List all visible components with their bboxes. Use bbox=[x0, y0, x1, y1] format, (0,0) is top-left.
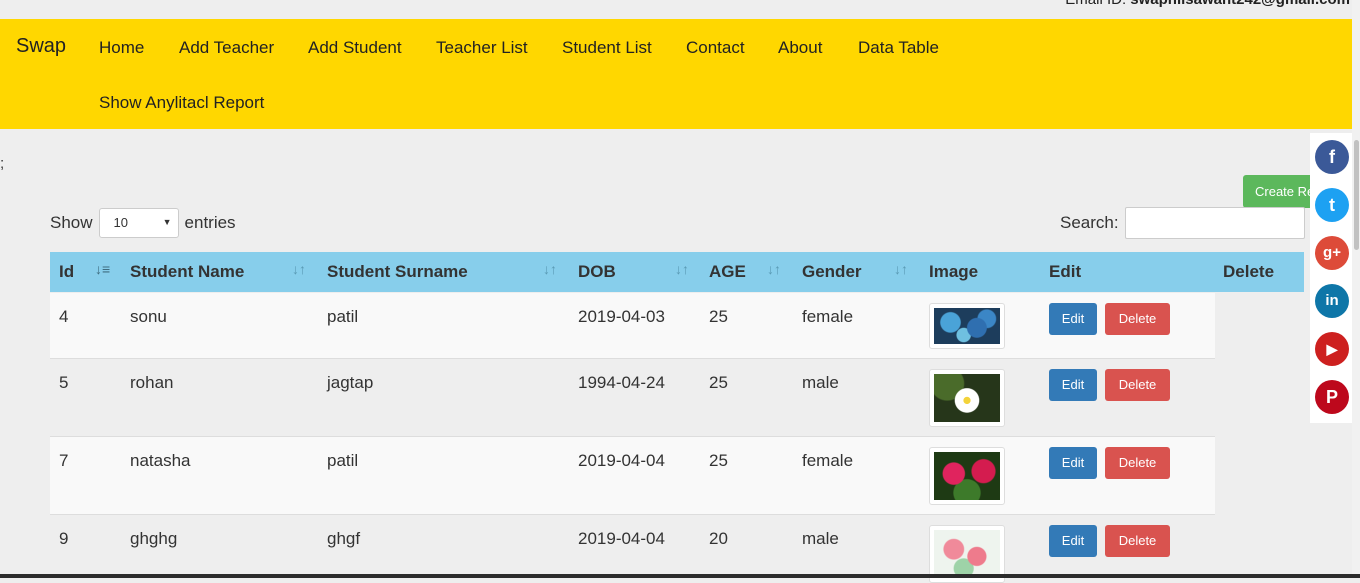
student-photo-thumbnail bbox=[929, 303, 1005, 349]
nav-data-table[interactable]: Data Table bbox=[858, 38, 939, 58]
cell-age: 25 bbox=[709, 373, 728, 392]
cell-surname: patil bbox=[327, 307, 359, 326]
column-header-student-surname[interactable]: Student Surname bbox=[327, 262, 468, 282]
cell-name: sonu bbox=[130, 307, 167, 326]
cell-name: ghghg bbox=[130, 529, 178, 548]
email-value: swapnilsawant242@gmail.com bbox=[1130, 0, 1350, 8]
red-roses-photo bbox=[934, 452, 1000, 500]
table-header: Id ↓≡ Student Name ↓↑ Student Surname ↓↑… bbox=[50, 252, 1304, 292]
column-header-gender[interactable]: Gender bbox=[802, 262, 862, 282]
top-navbar: Swap Home Add Teacher Add Student Teache… bbox=[0, 19, 1352, 129]
table-row: 4 sonu patil 2019-04-03 25 female Edit D… bbox=[50, 293, 1215, 358]
table-search: Search: bbox=[1060, 207, 1305, 239]
nav-contact[interactable]: Contact bbox=[686, 38, 745, 58]
sort-icon[interactable]: ↓↑ bbox=[894, 261, 908, 277]
edit-button[interactable]: Edit bbox=[1049, 303, 1097, 335]
column-header-dob[interactable]: DOB bbox=[578, 262, 616, 282]
cell-id: 4 bbox=[59, 307, 69, 326]
cell-age: 25 bbox=[709, 307, 728, 326]
entries-label: entries bbox=[184, 213, 236, 232]
cell-surname: ghgf bbox=[327, 529, 361, 548]
sort-icon[interactable]: ↓↑ bbox=[292, 261, 306, 277]
table-row: 7 natasha patil 2019-04-04 25 female Edi… bbox=[50, 437, 1215, 514]
delete-button[interactable]: Delete bbox=[1105, 447, 1170, 479]
page-scrollbar[interactable] bbox=[1352, 0, 1360, 578]
entries-length-control: Show 10 ▼ entries bbox=[50, 208, 236, 238]
scrollbar-thumb[interactable] bbox=[1354, 140, 1359, 250]
student-photo-thumbnail bbox=[929, 447, 1005, 505]
social-share-bar: f t g+ in ▶ P bbox=[1310, 133, 1355, 423]
table-row: 5 rohan jagtap 1994-04-24 25 male Edit D… bbox=[50, 359, 1215, 436]
search-input[interactable] bbox=[1124, 207, 1305, 239]
nav-teacher-list[interactable]: Teacher List bbox=[436, 38, 528, 58]
cell-dob: 1994-04-24 bbox=[578, 373, 665, 392]
nav-analytical-report[interactable]: Show Anylitacl Report bbox=[99, 93, 264, 113]
column-header-age[interactable]: AGE bbox=[709, 262, 746, 282]
cell-gender: male bbox=[802, 529, 839, 548]
linkedin-icon[interactable]: in bbox=[1315, 284, 1349, 318]
nav-student-list[interactable]: Student List bbox=[562, 38, 652, 58]
cell-surname: jagtap bbox=[327, 373, 374, 392]
contact-email-line: Email ID: swapnilsawant242@gmail.com bbox=[0, 0, 1350, 9]
column-header-id[interactable]: Id bbox=[59, 262, 74, 282]
column-header-image: Image bbox=[929, 262, 979, 281]
edit-button[interactable]: Edit bbox=[1049, 525, 1097, 557]
pinterest-icon[interactable]: P bbox=[1315, 380, 1349, 414]
column-header-delete: Delete bbox=[1223, 262, 1275, 281]
nav-home[interactable]: Home bbox=[99, 38, 144, 58]
twitter-icon[interactable]: t bbox=[1315, 188, 1349, 222]
sort-ascending-icon[interactable]: ↓≡ bbox=[95, 261, 110, 277]
entries-select-value: 10 bbox=[113, 215, 128, 230]
cell-id: 7 bbox=[59, 451, 69, 470]
column-header-student-name[interactable]: Student Name bbox=[130, 262, 244, 282]
sort-icon[interactable]: ↓↑ bbox=[675, 261, 689, 277]
stray-text: ; bbox=[0, 155, 5, 172]
cell-id: 9 bbox=[59, 529, 69, 548]
create-report-button[interactable]: Create Re bbox=[1243, 175, 1313, 208]
cell-surname: patil bbox=[327, 451, 359, 470]
table-row: 9 ghghg ghgf 2019-04-04 20 male Edit Del… bbox=[50, 515, 1215, 583]
daisy-photo bbox=[934, 374, 1000, 422]
youtube-icon[interactable]: ▶ bbox=[1315, 332, 1349, 366]
sort-icon[interactable]: ↓↑ bbox=[543, 261, 557, 277]
nav-about[interactable]: About bbox=[778, 38, 822, 58]
cell-dob: 2019-04-04 bbox=[578, 451, 665, 470]
cell-age: 20 bbox=[709, 529, 728, 548]
search-label: Search: bbox=[1060, 213, 1119, 232]
cell-age: 25 bbox=[709, 451, 728, 470]
edit-button[interactable]: Edit bbox=[1049, 447, 1097, 479]
cell-dob: 2019-04-03 bbox=[578, 307, 665, 326]
window-bottom-edge bbox=[0, 574, 1360, 578]
pink-flowers-painting bbox=[934, 530, 1000, 578]
sort-icon[interactable]: ↓↑ bbox=[767, 261, 781, 277]
blue-stones-photo bbox=[934, 308, 1000, 344]
cell-name: natasha bbox=[130, 451, 191, 470]
nav-add-student[interactable]: Add Student bbox=[308, 38, 402, 58]
delete-button[interactable]: Delete bbox=[1105, 303, 1170, 335]
cell-gender: male bbox=[802, 373, 839, 392]
edit-button[interactable]: Edit bbox=[1049, 369, 1097, 401]
show-label: Show bbox=[50, 213, 93, 232]
delete-button[interactable]: Delete bbox=[1105, 369, 1170, 401]
cell-name: rohan bbox=[130, 373, 174, 392]
entries-select[interactable]: 10 ▼ bbox=[98, 208, 179, 238]
google-plus-icon[interactable]: g+ bbox=[1315, 236, 1349, 270]
cell-gender: female bbox=[802, 307, 854, 326]
chevron-down-icon: ▼ bbox=[162, 217, 172, 227]
brand-logo[interactable]: Swap bbox=[16, 35, 66, 58]
cell-gender: female bbox=[802, 451, 854, 470]
email-label: Email ID: bbox=[1065, 0, 1126, 8]
student-photo-thumbnail bbox=[929, 369, 1005, 427]
cell-id: 5 bbox=[59, 373, 69, 392]
cell-dob: 2019-04-04 bbox=[578, 529, 665, 548]
column-header-edit: Edit bbox=[1049, 262, 1082, 281]
facebook-icon[interactable]: f bbox=[1315, 140, 1349, 174]
nav-add-teacher[interactable]: Add Teacher bbox=[179, 38, 274, 58]
delete-button[interactable]: Delete bbox=[1105, 525, 1170, 557]
